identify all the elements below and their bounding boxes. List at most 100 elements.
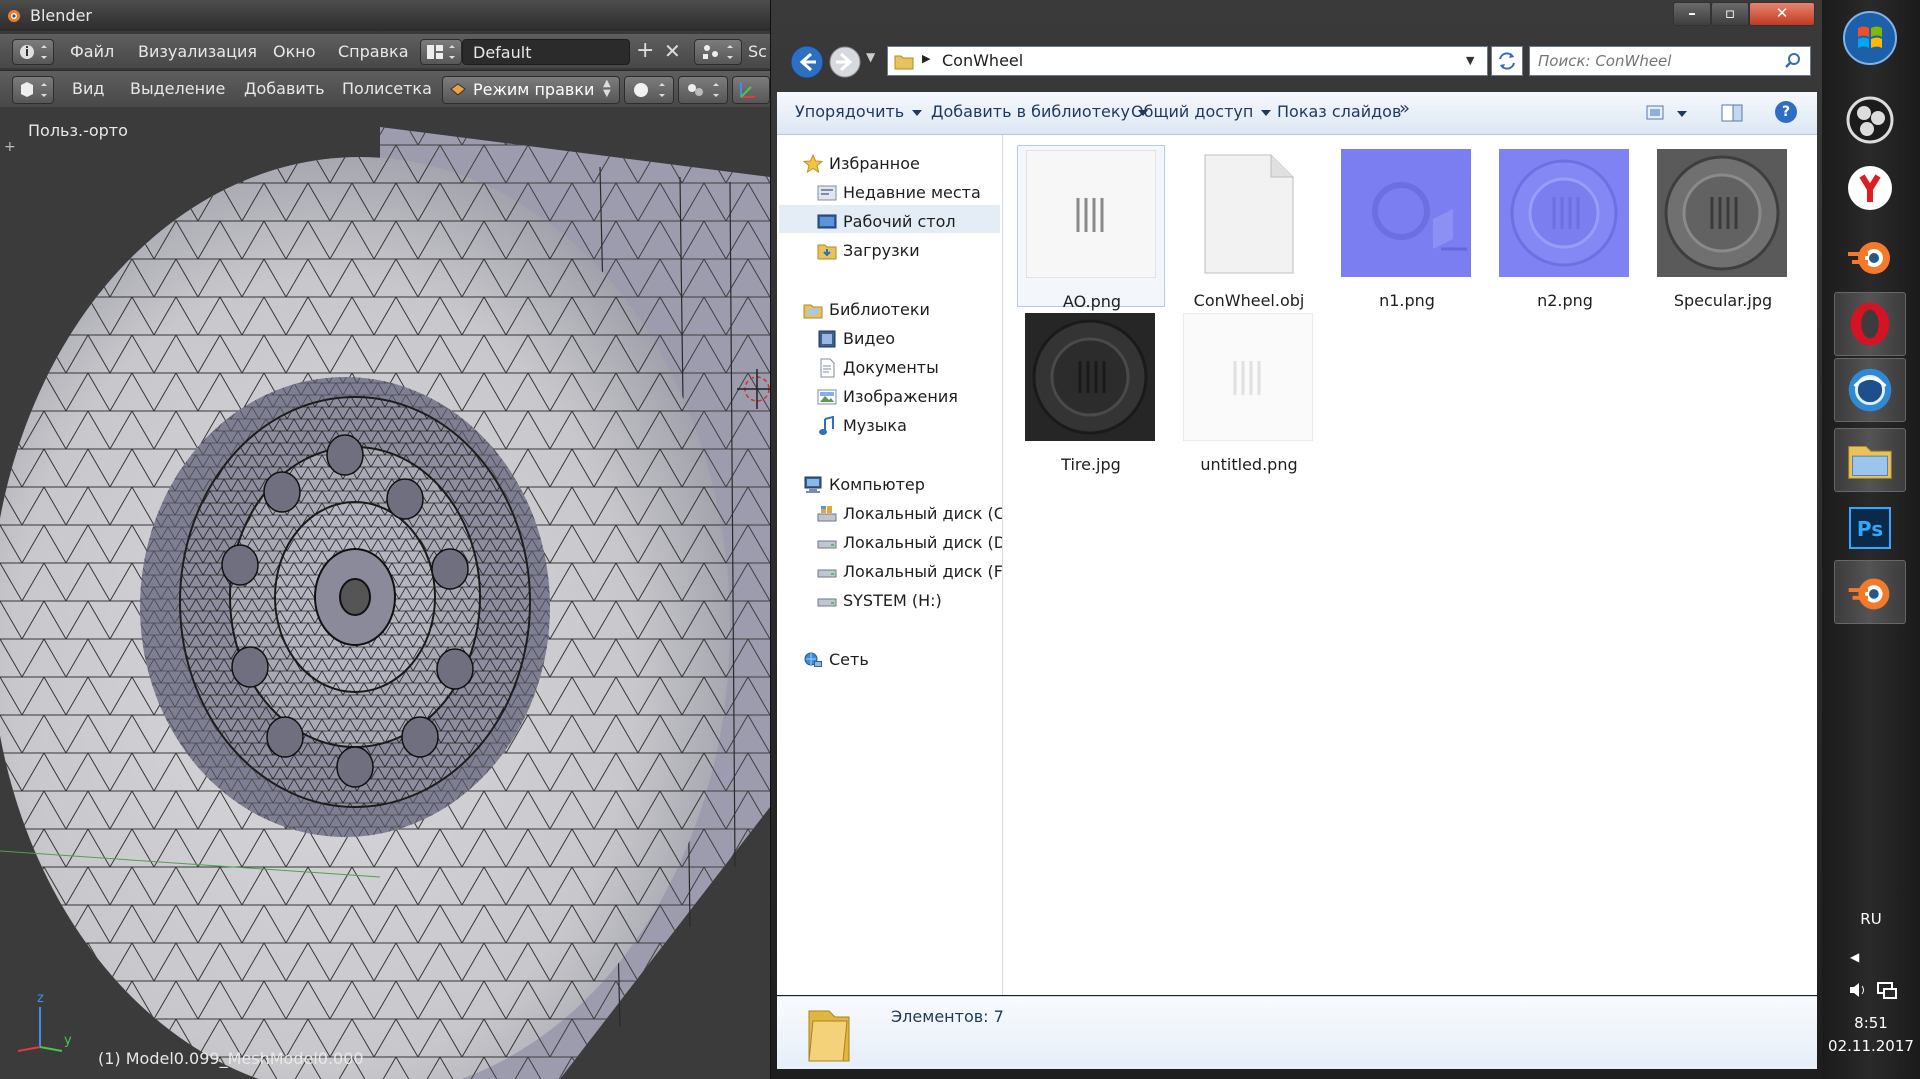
forward-button[interactable]	[827, 44, 863, 80]
file-item-tire-jpg[interactable]: Tire.jpg	[1017, 309, 1165, 474]
nav-pictures-label: Изображения	[843, 387, 958, 406]
scene-field-prefix[interactable]: Sc	[748, 42, 767, 61]
refresh-button[interactable]	[1491, 46, 1523, 76]
menu-window[interactable]: Окно	[273, 42, 316, 61]
help-label: ?	[1781, 104, 1791, 120]
object-status: (1) Model0.099_MeshModel0.000	[98, 1049, 364, 1068]
search-icon[interactable]	[1784, 52, 1802, 70]
pivot-dropdown[interactable]	[678, 76, 728, 104]
network-tray-icon[interactable]	[1876, 980, 1898, 1000]
clock-date[interactable]: 02.11.2017	[1822, 1037, 1920, 1055]
menu-mesh[interactable]: Полисетка	[342, 79, 432, 98]
add-to-library-button[interactable]: Добавить в библиотеку	[931, 102, 1148, 121]
remove-layout-icon[interactable]: ✕	[664, 39, 681, 63]
pivot-icon	[688, 83, 719, 97]
mode-dropdown[interactable]: Режим правки ▲ ▼	[442, 76, 620, 104]
pictures-icon	[817, 389, 837, 405]
nav-documents-label: Документы	[843, 358, 939, 377]
breadcrumb-current[interactable]: ConWheel	[942, 51, 1023, 70]
menu-file[interactable]: Файл	[70, 42, 114, 61]
history-dropdown-icon[interactable]: ▼	[866, 50, 875, 64]
file-item-n2-png[interactable]: n2.png	[1491, 145, 1639, 310]
tray-expand-icon[interactable]: ◀	[1850, 950, 1859, 964]
blender-window: Blender Файл Визуализация Окно Справка D…	[0, 0, 770, 1079]
menu-render[interactable]: Визуализация	[138, 42, 257, 61]
nav-computer-label: Компьютер	[829, 475, 925, 494]
menu-help[interactable]: Справка	[338, 42, 409, 61]
browser-taskbar-icon[interactable]	[1834, 358, 1906, 422]
file-item-n1-png[interactable]: n1.png	[1333, 145, 1481, 310]
manipulator-toggle[interactable]	[732, 76, 770, 104]
file-item-conwheel-obj[interactable]: ConWheel.obj	[1175, 145, 1323, 310]
add-layout-icon[interactable]: +	[636, 38, 654, 63]
menu-add[interactable]: Добавить	[244, 79, 325, 98]
explorer-taskbar-icon[interactable]	[1834, 428, 1906, 492]
maximize-button[interactable]: ▫	[1711, 2, 1749, 26]
scene-type-button[interactable]	[694, 39, 742, 65]
breadcrumb-arrow-icon[interactable]: ▶	[922, 52, 930, 65]
menu-select[interactable]: Выделение	[130, 79, 225, 98]
blender-taskbar-icon[interactable]	[1834, 224, 1906, 288]
minimize-button[interactable]: –	[1673, 2, 1711, 26]
yandex-browser-taskbar-icon[interactable]	[1834, 156, 1906, 220]
view3d-editor-button[interactable]	[12, 76, 54, 104]
windows-start-button[interactable]	[1834, 6, 1906, 70]
address-dropdown-icon[interactable]: ▼	[1466, 54, 1474, 67]
nav-disk-h-label: SYSTEM (H:)	[843, 591, 942, 610]
clock-time[interactable]: 8:51	[1822, 1014, 1920, 1032]
normal-map-thumbnail	[1341, 149, 1471, 277]
file-name: ConWheel.obj	[1193, 291, 1305, 310]
blender-logo-icon	[8, 10, 20, 22]
axis-manipulator-icon	[740, 82, 755, 98]
obs-taskbar-icon[interactable]	[1834, 88, 1906, 152]
3d-viewport[interactable]: Польз.-орто + z y (1) Model0.099_MeshMod…	[0, 107, 770, 1079]
blender-taskbar-icon[interactable]	[1834, 560, 1906, 624]
file-item-ao-png[interactable]: AO.png	[1017, 145, 1165, 311]
file-item-untitled-png[interactable]: untitled.png	[1175, 309, 1323, 474]
nav-desktop-label: Рабочий стол	[843, 212, 956, 231]
music-icon	[819, 416, 834, 435]
close-button[interactable]: ✕	[1749, 2, 1815, 26]
layout-name-field[interactable]: Default	[462, 39, 630, 65]
screen-layout-button[interactable]	[420, 39, 462, 65]
libraries-icon	[803, 304, 823, 319]
volume-icon[interactable]	[1848, 980, 1868, 1000]
file-list: AO.png ConWheel.obj n1.png n2.png Specul…	[1003, 135, 1817, 995]
share-button[interactable]: Общий доступ	[1131, 102, 1272, 121]
organize-button[interactable]: Упорядочить	[795, 102, 923, 121]
viewport-label: Польз.-орто	[28, 121, 128, 140]
network-icon	[804, 652, 822, 667]
drive-icon	[817, 540, 837, 549]
view-mode-button[interactable]	[1645, 103, 1691, 123]
command-bar: Упорядочить Добавить в библиотеку Общий …	[777, 92, 1817, 135]
tire-texture-thumbnail	[1025, 313, 1155, 441]
dropdown-arrow-icon	[1261, 109, 1272, 116]
system-drive-icon	[817, 506, 837, 522]
search-input[interactable]	[1536, 49, 1780, 73]
help-button[interactable]: ?	[1775, 101, 1797, 123]
search-field[interactable]	[1529, 46, 1811, 76]
preview-pane-button[interactable]	[1721, 103, 1743, 123]
explorer-window: – ▫ ✕ ▼ ▶ ConWheel ▼ Упорядочить Добавит…	[770, 0, 1823, 1079]
menu-view[interactable]: Вид	[72, 79, 104, 98]
language-indicator[interactable]: RU	[1822, 910, 1920, 928]
file-item-specular-jpg[interactable]: Specular.jpg	[1649, 145, 1797, 310]
toolshelf-toggle-icon[interactable]: +	[4, 139, 16, 155]
address-field[interactable]: ▶ ConWheel ▼	[887, 46, 1488, 76]
star-icon	[803, 154, 823, 174]
file-name: n2.png	[1537, 291, 1593, 310]
opera-taskbar-icon[interactable]	[1834, 292, 1906, 356]
desktop-icon	[817, 214, 837, 229]
more-commands-button[interactable]: »	[1399, 98, 1410, 119]
back-button[interactable]	[789, 44, 825, 80]
editor-type-button[interactable]	[12, 39, 54, 65]
nav-disk-f-label: Локальный диск (F:	[843, 562, 1003, 581]
axis-gizmo-icon	[17, 1007, 63, 1052]
slideshow-button[interactable]: Показ слайдов	[1277, 102, 1401, 121]
photoshop-taskbar-icon[interactable]: Ps	[1834, 496, 1906, 560]
shading-dropdown[interactable]	[624, 76, 674, 104]
nav-video-label: Видео	[843, 329, 896, 348]
updown-arrows-icon: ▲ ▼	[603, 78, 611, 99]
refresh-icon	[1499, 52, 1515, 70]
solid-shading-icon	[634, 83, 665, 97]
